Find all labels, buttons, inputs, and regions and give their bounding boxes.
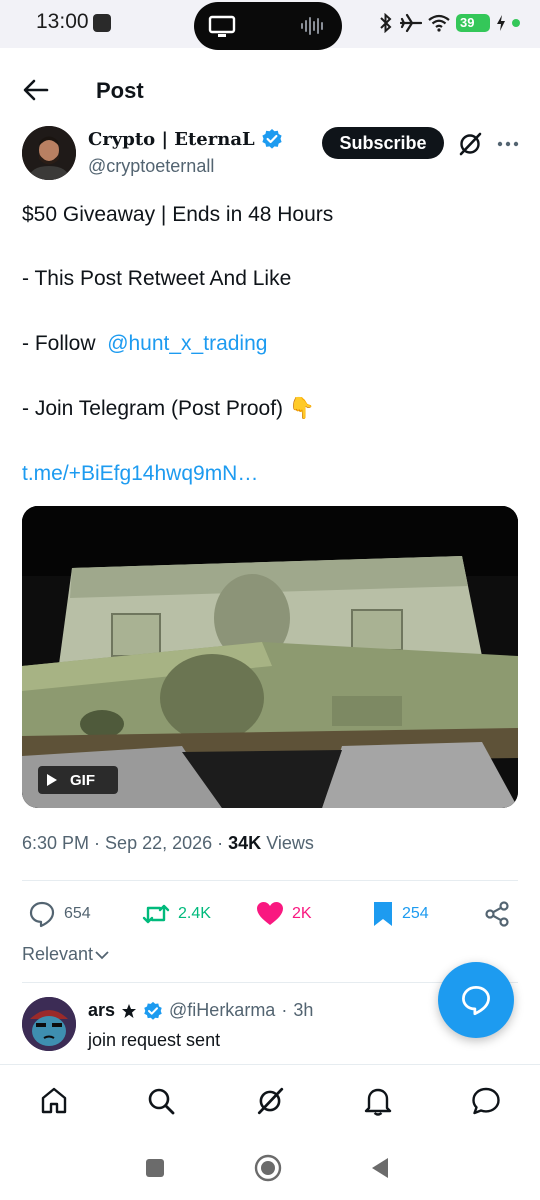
wifi-icon xyxy=(428,14,450,32)
post-text-line-4: - Join Telegram (Post Proof) 👇 xyxy=(22,397,315,421)
nav-messages[interactable] xyxy=(466,1081,506,1121)
grok-icon xyxy=(257,1087,284,1115)
grok-icon xyxy=(459,132,482,156)
subscribe-button[interactable]: Subscribe xyxy=(322,127,444,159)
post-time: 6:30 PM xyxy=(22,833,90,853)
more-options-button[interactable] xyxy=(494,130,522,158)
post-text-line-3: - Follow @hunt_x_trading xyxy=(22,332,267,356)
reply-avatar-image xyxy=(22,997,76,1051)
follow-prefix: - Follow xyxy=(22,332,96,355)
verified-badge-icon xyxy=(144,1001,162,1020)
sort-dropdown[interactable]: Relevant xyxy=(22,944,109,965)
pointing-down-emoji: 👇 xyxy=(288,397,316,420)
author-avatar[interactable] xyxy=(22,126,76,180)
join-telegram-text: - Join Telegram (Post Proof) xyxy=(22,397,284,420)
recents-button[interactable] xyxy=(137,1150,173,1186)
reply-count: 654 xyxy=(64,905,91,922)
money-counter-image xyxy=(22,506,518,808)
status-bar: 13:00 39 xyxy=(0,0,540,50)
sort-label: Relevant xyxy=(22,944,94,964)
reply-time: 3h xyxy=(293,1000,314,1020)
repost-icon xyxy=(142,904,170,924)
bookmark-icon xyxy=(374,902,392,926)
nav-notifications[interactable] xyxy=(358,1081,398,1121)
notification-icon xyxy=(93,14,111,32)
reply-button[interactable]: 654 xyxy=(28,894,91,934)
author-name-text: Crypto | EternaL xyxy=(88,128,255,150)
action-bar: 654 2.4K 2K 254 xyxy=(0,894,540,934)
post-header: Post xyxy=(0,56,540,126)
home-system-button[interactable] xyxy=(250,1150,286,1186)
chat-bubble-icon xyxy=(472,1087,500,1115)
post-date: Sep 22, 2026 xyxy=(105,833,213,853)
battery-indicator: 39 xyxy=(456,14,490,32)
gif-label: GIF xyxy=(70,771,95,789)
like-button[interactable]: 2K xyxy=(256,894,312,934)
views-label[interactable]: Views xyxy=(266,833,314,853)
bluetooth-icon xyxy=(380,13,392,33)
home-icon xyxy=(41,1087,67,1114)
gif-media[interactable]: GIF xyxy=(22,506,518,808)
star-icon xyxy=(122,1003,137,1018)
author-name[interactable]: Crypto | EternaL xyxy=(88,128,283,150)
author-handle[interactable]: @cryptoeternall xyxy=(88,156,214,177)
post-text-line-2: - This Post Retweet And Like xyxy=(22,267,292,290)
reply-icon xyxy=(29,901,55,928)
compose-reply-button[interactable] xyxy=(438,962,514,1038)
mention-link[interactable]: @hunt_x_trading xyxy=(107,332,267,355)
back-arrow-icon xyxy=(23,79,49,101)
like-count: 2K xyxy=(292,905,312,922)
more-dots-icon xyxy=(497,141,519,147)
reply-author-name[interactable]: ars xyxy=(88,1000,115,1021)
divider xyxy=(22,880,518,881)
status-time: 13:00 xyxy=(36,10,89,33)
audio-wave-icon xyxy=(301,17,323,35)
screen-mirror-icon xyxy=(208,15,236,37)
dynamic-island xyxy=(194,2,342,50)
verified-badge-icon xyxy=(262,129,282,149)
views-count: 34K xyxy=(228,833,262,853)
post-text-line-1: $50 Giveaway | Ends in 48 Hours xyxy=(22,203,334,226)
repost-count: 2.4K xyxy=(178,905,211,922)
back-system-button[interactable] xyxy=(362,1150,398,1186)
nav-home[interactable] xyxy=(34,1081,74,1121)
author-avatar-image xyxy=(22,126,76,180)
square-icon xyxy=(146,1159,164,1177)
telegram-link[interactable]: t.me/+BiEfg14hwq9mN… xyxy=(22,462,258,486)
bookmark-count: 254 xyxy=(402,905,429,922)
search-icon xyxy=(148,1088,175,1115)
chevron-down-icon xyxy=(95,950,109,959)
share-icon xyxy=(485,901,509,927)
reply-text: join request sent xyxy=(88,1030,221,1050)
circle-icon xyxy=(254,1154,282,1182)
reply-avatar[interactable] xyxy=(22,997,76,1051)
grok-button[interactable] xyxy=(456,130,484,158)
share-button[interactable] xyxy=(484,894,510,934)
bookmark-button[interactable]: 254 xyxy=(372,894,429,934)
gif-badge[interactable]: GIF xyxy=(38,766,118,794)
bell-icon xyxy=(364,1088,392,1116)
back-button[interactable] xyxy=(18,72,54,108)
status-icons: 39 xyxy=(378,10,520,36)
play-icon xyxy=(47,774,57,786)
reply-header: ars @fiHerkarma · 3h xyxy=(88,1000,313,1021)
page-title: Post xyxy=(96,78,144,103)
reply-separator: · xyxy=(281,1000,288,1020)
system-navigation xyxy=(0,1136,540,1200)
nav-search[interactable] xyxy=(141,1081,181,1121)
heart-icon xyxy=(257,902,283,925)
reply-bubble-icon xyxy=(462,986,490,1016)
triangle-back-icon xyxy=(372,1158,388,1178)
repost-button[interactable]: 2.4K xyxy=(142,894,211,934)
bottom-nav xyxy=(0,1064,540,1136)
post-meta: 6:30 PM · Sep 22, 2026 · 34K Views xyxy=(22,833,314,853)
nav-grok[interactable] xyxy=(250,1081,290,1121)
charging-icon xyxy=(497,15,505,31)
privacy-dot xyxy=(512,19,520,27)
airplane-icon xyxy=(400,13,422,33)
reply-handle[interactable]: @fiHerkarma xyxy=(169,1000,275,1021)
